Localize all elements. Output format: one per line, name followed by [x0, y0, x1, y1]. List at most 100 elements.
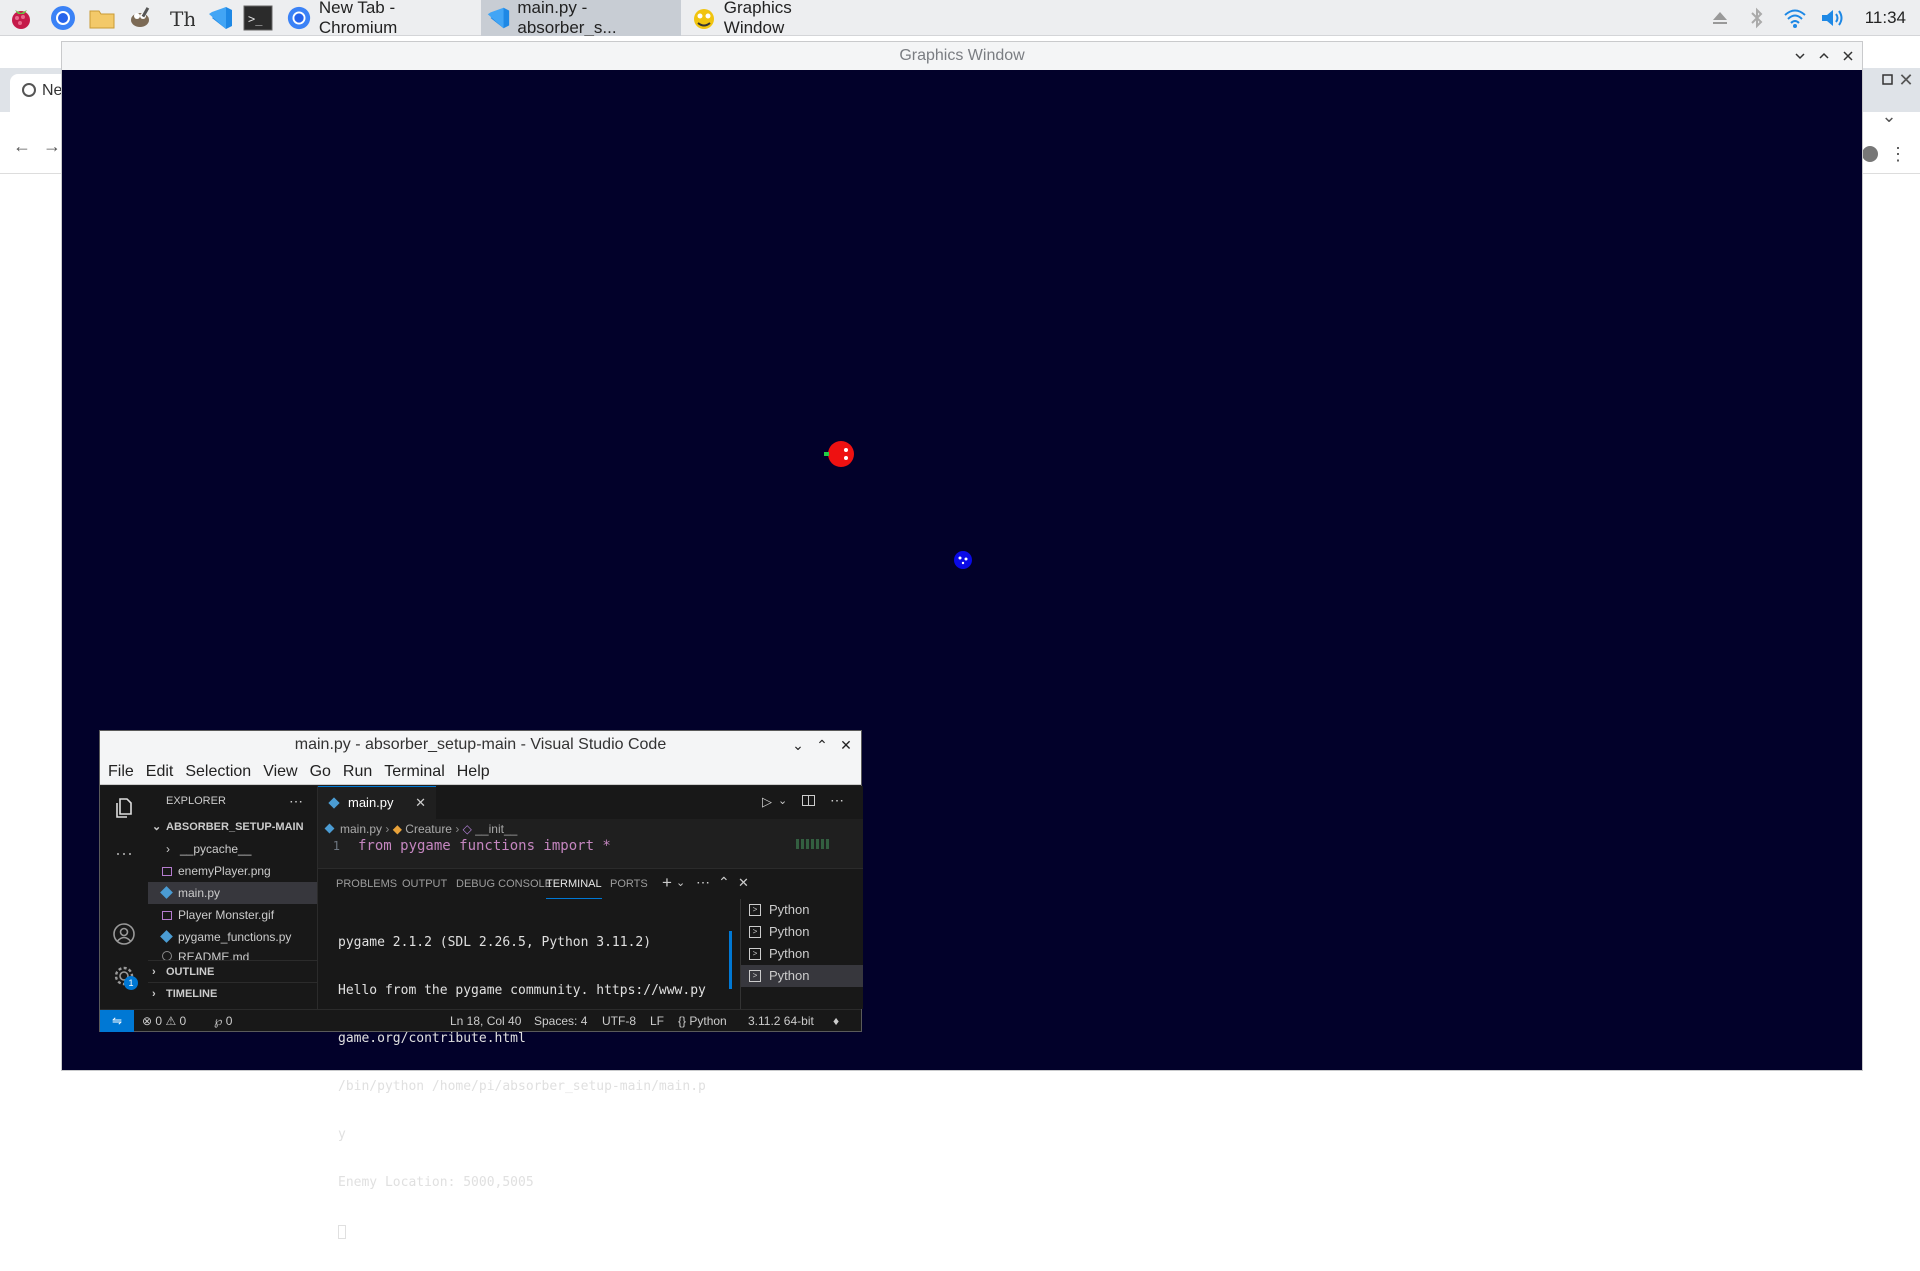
terminal-list-item[interactable]: > Python	[741, 943, 863, 965]
breadcrumb-file[interactable]: main.py	[340, 822, 382, 836]
editor-tab-mainpy[interactable]: main.py ✕	[318, 786, 436, 819]
folder-root[interactable]: ⌄ ABSORBER_SETUP-MAIN	[148, 816, 317, 838]
error-count: 0	[155, 1014, 163, 1028]
new-terminal-icon[interactable]: +	[662, 873, 672, 893]
editor-more-icon[interactable]: ⋯	[830, 792, 844, 809]
python-interpreter[interactable]: 3.11.2 64-bit	[748, 1010, 814, 1032]
vscode-title[interactable]: main.py - absorber_setup-main - Visual S…	[100, 731, 861, 759]
explorer-icon[interactable]	[110, 794, 138, 822]
tab-ports[interactable]: PORTS	[610, 869, 648, 899]
terminal-output[interactable]: pygame 2.1.2 (SDL 2.26.5, Python 3.11.2)…	[338, 903, 730, 1271]
file-manager-icon[interactable]	[87, 3, 117, 33]
breadcrumb-class[interactable]: Creature	[405, 822, 452, 836]
browser-menu-icon[interactable]: ⋮	[1886, 142, 1910, 166]
maximize-panel-icon[interactable]: ⌃	[718, 874, 730, 891]
maximize-icon[interactable]	[1814, 46, 1834, 66]
language-mode[interactable]: {} Python	[678, 1010, 727, 1032]
window-close-icon[interactable]: ✕	[1894, 68, 1918, 92]
raspberry-menu-icon[interactable]	[6, 3, 36, 33]
menu-selection[interactable]: Selection	[185, 763, 251, 781]
eject-icon[interactable]	[1706, 4, 1734, 32]
menu-view[interactable]: View	[263, 763, 297, 781]
maximize-icon[interactable]: ⌃	[812, 735, 832, 755]
close-panel-icon[interactable]: ✕	[738, 875, 749, 891]
menu-edit[interactable]: Edit	[146, 763, 174, 781]
account-icon[interactable]	[110, 920, 138, 948]
status-bar: ⇋ ⊗ 0 ⚠ 0 ℘ 0 Ln 18, Col 40 Spaces: 4 UT…	[100, 1009, 861, 1032]
menu-file[interactable]: File	[108, 763, 134, 781]
error-icon: ⊗	[142, 1014, 153, 1028]
tree-item-readme[interactable]: README.md	[148, 948, 317, 960]
task-chromium[interactable]: New Tab - Chromium	[282, 0, 472, 37]
terminal-dropdown-icon[interactable]: ⌄	[676, 876, 685, 889]
tree-item-pycache[interactable]: › __pycache__	[148, 838, 317, 860]
encoding[interactable]: UTF-8	[602, 1010, 636, 1032]
code-line[interactable]: 1 from pygame_functions import *	[318, 839, 863, 853]
tab-problems[interactable]: PROBLEMS	[336, 869, 397, 899]
run-icon[interactable]: ▷	[762, 794, 772, 810]
panel-more-icon[interactable]: ⋯	[696, 874, 710, 891]
explorer-more-icon[interactable]: ⋯	[289, 786, 303, 816]
timeline-section[interactable]: › TIMELINE	[148, 982, 317, 1004]
vscode-icon	[485, 4, 511, 32]
terminal-scrollbar[interactable]	[729, 931, 732, 989]
tree-item-mainpy[interactable]: main.py	[148, 882, 317, 904]
explorer-header: EXPLORER ⋯	[148, 786, 317, 816]
eol[interactable]: LF	[650, 1010, 664, 1032]
tab-terminal[interactable]: TERMINAL	[546, 869, 602, 899]
tab-close-icon[interactable]: ✕	[415, 787, 426, 819]
task-vscode[interactable]: main.py - absorber_s...	[481, 0, 681, 37]
tree-item-enemyplayer[interactable]: enemyPlayer.png	[148, 860, 317, 882]
graphics-window-title[interactable]: Graphics Window	[62, 42, 1862, 70]
chromium-launcher-icon[interactable]	[48, 3, 78, 33]
breadcrumb-method[interactable]: __init__	[475, 822, 517, 836]
problems-status[interactable]: ⊗ 0 ⚠ 0	[142, 1010, 186, 1032]
back-icon[interactable]: ←	[10, 134, 34, 158]
terminal-list-item[interactable]: > Python	[741, 921, 863, 943]
text-editor-icon[interactable]: Th	[166, 3, 196, 33]
terminal-list-item[interactable]: > Python	[741, 899, 863, 921]
menu-terminal[interactable]: Terminal	[384, 763, 444, 781]
close-icon[interactable]: ✕	[836, 735, 856, 755]
tab-output[interactable]: OUTPUT	[402, 869, 447, 899]
chevron-right-icon: ›	[152, 988, 156, 1000]
more-icon[interactable]: ⋯	[110, 840, 138, 868]
notifications-icon[interactable]: ♦	[833, 1010, 839, 1032]
terminal-list: > Python > Python > Python > Python	[740, 899, 863, 1010]
tab-search-chevron-icon[interactable]: ⌄	[1877, 104, 1901, 128]
python-file-icon	[324, 823, 335, 834]
close-icon[interactable]	[1838, 46, 1858, 66]
chevron-right-icon: ›	[152, 966, 156, 978]
remote-icon[interactable]: ⇋	[100, 1010, 134, 1032]
minimize-icon[interactable]: ⌄	[788, 735, 808, 755]
volume-icon[interactable]	[1819, 4, 1847, 32]
terminal-launcher-icon[interactable]: >_	[243, 3, 273, 33]
clock[interactable]: 11:34	[1865, 0, 1906, 36]
task-graphics-window[interactable]: Graphics Window	[686, 0, 856, 37]
indentation[interactable]: Spaces: 4	[534, 1010, 587, 1032]
minimize-icon[interactable]	[1790, 46, 1810, 66]
ports-status[interactable]: ℘ 0	[214, 1010, 232, 1032]
terminal-list-item-active[interactable]: > Python	[741, 965, 863, 987]
wifi-icon[interactable]	[1781, 4, 1809, 32]
menu-help[interactable]: Help	[457, 763, 490, 781]
menu-go[interactable]: Go	[310, 763, 331, 781]
gimp-icon[interactable]	[125, 3, 155, 33]
cursor-position[interactable]: Ln 18, Col 40	[450, 1010, 521, 1032]
split-editor-icon[interactable]	[802, 795, 815, 806]
settings-gear-icon[interactable]: 1	[110, 962, 138, 990]
terminal-line: Hello from the pygame community. https:/…	[338, 983, 706, 998]
vscode-launcher-icon[interactable]	[205, 3, 235, 33]
image-file-icon	[162, 911, 172, 920]
tree-item-playermonster[interactable]: Player Monster.gif	[148, 904, 317, 926]
menu-run[interactable]: Run	[343, 763, 372, 781]
run-dropdown-icon[interactable]: ⌄	[778, 794, 787, 807]
bluetooth-icon[interactable]	[1743, 4, 1771, 32]
terminal-line: game.org/contribute.html	[338, 1031, 526, 1046]
tree-item-pygamefunctions[interactable]: pygame_functions.py	[148, 926, 317, 948]
tree-item-label: Player Monster.gif	[178, 908, 275, 922]
minimap[interactable]	[796, 839, 830, 849]
terminal-line: /bin/python /home/pi/absorber_setup-main…	[338, 1079, 706, 1094]
outline-section[interactable]: › OUTLINE	[148, 960, 317, 982]
tab-debug-console[interactable]: DEBUG CONSOLE	[456, 869, 552, 899]
